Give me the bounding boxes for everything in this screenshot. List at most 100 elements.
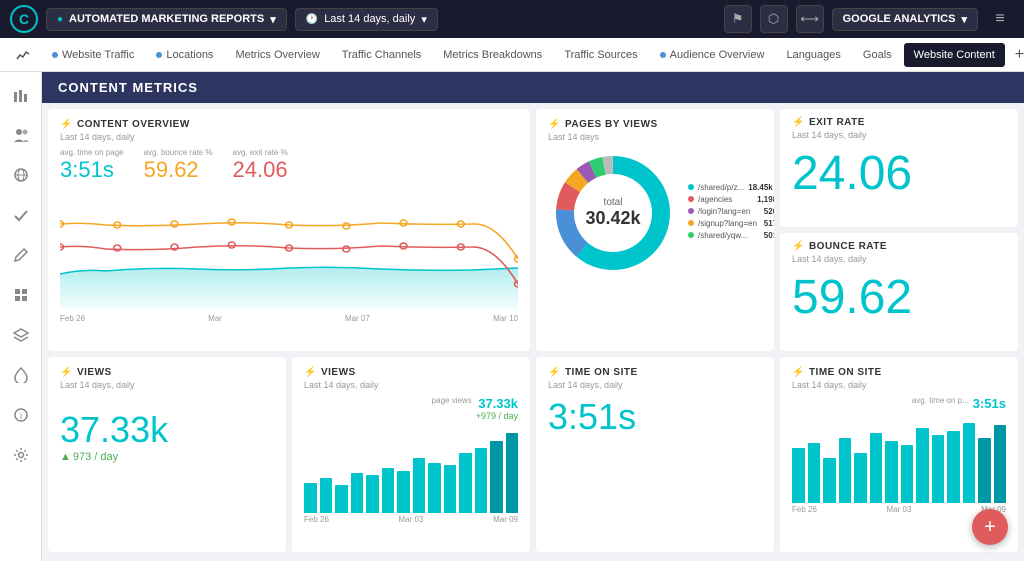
bar-item bbox=[351, 473, 364, 513]
views-sub: ▲ 973 / day bbox=[60, 451, 274, 463]
logo: C bbox=[10, 5, 38, 33]
time-on-site-value: 3:51s bbox=[548, 396, 762, 438]
date-selector[interactable]: 🕐 Last 14 days, daily ▾ bbox=[295, 8, 438, 31]
views-bar-chart bbox=[304, 423, 518, 513]
bar-item bbox=[994, 425, 1007, 503]
bar-item bbox=[475, 448, 488, 513]
exit-rate-card: ⚡ EXIT RATE Last 14 days, daily 24.06 bbox=[780, 109, 1018, 227]
bar-item bbox=[839, 438, 852, 503]
avg-time-metric: avg. time on page 3:51s bbox=[60, 148, 124, 183]
views-chart-labels: Feb 26 Mar 03 Mar 09 bbox=[304, 515, 518, 524]
top-nav: C ● AUTOMATED MARKETING REPORTS ▾ 🕐 Last… bbox=[0, 0, 1024, 38]
add-tab-button[interactable]: + bbox=[1007, 42, 1024, 68]
tab-chart-icon[interactable] bbox=[6, 43, 40, 67]
sub-nav: Website Traffic Locations Metrics Overvi… bbox=[0, 38, 1024, 72]
bar-item bbox=[413, 458, 426, 513]
bar-item bbox=[459, 453, 472, 513]
tab-locations[interactable]: Locations bbox=[146, 43, 223, 67]
bar-item bbox=[304, 483, 317, 513]
tab-website-content[interactable]: Website Content bbox=[904, 43, 1005, 67]
tab-metrics-breakdowns[interactable]: Metrics Breakdowns bbox=[433, 43, 552, 67]
bar-item bbox=[382, 468, 395, 513]
donut-container: total 30.42k /shared/p/z... 18.45k /61% bbox=[548, 148, 762, 278]
content-header: CONTENT METRICS bbox=[42, 72, 1024, 103]
pages-row: /shared/p/z... 18.45k /61% bbox=[688, 183, 774, 192]
content-overview-chart bbox=[60, 189, 518, 309]
hamburger-menu[interactable]: ≡ bbox=[986, 5, 1014, 33]
bar-item bbox=[963, 423, 976, 503]
sidebar-icon-layers[interactable] bbox=[8, 322, 34, 348]
bar-item bbox=[947, 431, 960, 503]
exit-bounce-split: ⚡ EXIT RATE Last 14 days, daily 24.06 ⚡ … bbox=[780, 109, 1018, 351]
pages-row: /agencies 1,198 /4% bbox=[688, 195, 774, 204]
avg-bounce-metric: avg. bounce rate % 59.62 bbox=[144, 148, 213, 183]
bar-item bbox=[335, 485, 348, 513]
views-value: 37.33k bbox=[60, 409, 274, 451]
bar-item bbox=[978, 438, 991, 503]
views-large-stat: 37.33k ▲ 973 / day bbox=[60, 396, 274, 476]
bar-item bbox=[490, 441, 503, 513]
fab-button[interactable]: + bbox=[972, 509, 1008, 545]
tab-traffic-sources[interactable]: Traffic Sources bbox=[554, 43, 647, 67]
bar-item bbox=[823, 458, 836, 503]
sidebar-icon-settings[interactable] bbox=[8, 442, 34, 468]
content-area: CONTENT METRICS ⚡ CONTENT OVERVIEW Last … bbox=[42, 72, 1024, 561]
bar-item bbox=[854, 453, 867, 503]
time-bar-chart bbox=[792, 413, 1006, 503]
time-chart-title: ⚡ TIME ON SITE bbox=[792, 367, 1006, 378]
views-chart-title: ⚡ VIEWS bbox=[304, 367, 518, 378]
bar-item bbox=[428, 463, 441, 513]
tab-audience-overview[interactable]: Audience Overview bbox=[650, 43, 775, 67]
bar-item bbox=[808, 443, 821, 503]
pages-row: /signup?lang=en 517 /2% bbox=[688, 219, 774, 228]
report-selector[interactable]: ● AUTOMATED MARKETING REPORTS ▾ bbox=[46, 8, 287, 31]
sidebar-icon-info[interactable]: i bbox=[8, 402, 34, 428]
bar-item bbox=[916, 428, 929, 503]
views-number-card: ⚡ VIEWS Last 14 days, daily 37.33k ▲ 973… bbox=[48, 357, 286, 552]
avg-exit-metric: avg. exit rate % 24.06 bbox=[233, 148, 288, 183]
content-overview-subtitle: Last 14 days, daily bbox=[60, 132, 518, 142]
spark-icon: ⚡ bbox=[60, 119, 73, 130]
tab-languages[interactable]: Languages bbox=[776, 43, 850, 67]
content-overview-title: ⚡ CONTENT OVERVIEW bbox=[60, 119, 518, 130]
bar-item bbox=[320, 478, 333, 513]
analytics-selector[interactable]: GOOGLE ANALYTICS ▾ bbox=[832, 8, 978, 31]
pages-by-views-card: ⚡ PAGES BY VIEWS Last 14 days bbox=[536, 109, 774, 351]
sidebar-icon-users[interactable] bbox=[8, 122, 34, 148]
bounce-rate-title: ⚡ BOUNCE RATE bbox=[792, 241, 1006, 252]
sidebar-icon-chart[interactable] bbox=[8, 82, 34, 108]
tab-traffic-channels[interactable]: Traffic Channels bbox=[332, 43, 431, 67]
tab-goals[interactable]: Goals bbox=[853, 43, 902, 67]
donut-center: total 30.42k bbox=[585, 197, 640, 229]
bar-item bbox=[366, 475, 379, 513]
bar-item bbox=[885, 441, 898, 503]
dashboard-grid: ⚡ CONTENT OVERVIEW Last 14 days, daily a… bbox=[42, 103, 1024, 558]
bounce-rate-value: 59.62 bbox=[792, 274, 1006, 322]
bookmark-icon[interactable]: ⚑ bbox=[724, 5, 752, 33]
pages-row: /login?lang=en 526 /2% bbox=[688, 207, 774, 216]
bar-item bbox=[444, 465, 457, 513]
pages-table-left: /shared/p/z... 18.45k /61% /agencies 1,1… bbox=[688, 183, 774, 243]
bar-item bbox=[932, 435, 945, 503]
sidebar: i bbox=[0, 72, 42, 561]
exit-rate-value: 24.06 bbox=[792, 150, 1006, 198]
sidebar-icon-globe[interactable] bbox=[8, 162, 34, 188]
bar-item bbox=[901, 445, 914, 503]
tab-website-traffic[interactable]: Website Traffic bbox=[42, 43, 144, 67]
sidebar-icon-droplet[interactable] bbox=[8, 362, 34, 388]
sidebar-icon-grid[interactable] bbox=[8, 282, 34, 308]
time-on-site-title: ⚡ TIME ON SITE bbox=[548, 367, 762, 378]
share-icon[interactable]: ⬡ bbox=[760, 5, 788, 33]
sidebar-icon-pencil[interactable] bbox=[8, 242, 34, 268]
pages-by-views-title: ⚡ PAGES BY VIEWS bbox=[548, 119, 762, 130]
chart-labels: Feb 26 Mar Mar 07 Mar 10 bbox=[60, 314, 518, 323]
bar-item bbox=[506, 433, 519, 513]
main-layout: i CONTENT METRICS ⚡ CONTENT OVERVIEW Las… bbox=[0, 72, 1024, 561]
pages-by-views-subtitle: Last 14 days bbox=[548, 132, 762, 142]
connect-icon[interactable]: ⟷ bbox=[796, 5, 824, 33]
bar-item bbox=[870, 433, 883, 503]
svg-text:i: i bbox=[20, 411, 22, 421]
bar-item bbox=[397, 471, 410, 513]
tab-metrics-overview[interactable]: Metrics Overview bbox=[225, 43, 329, 67]
sidebar-icon-check[interactable] bbox=[8, 202, 34, 228]
